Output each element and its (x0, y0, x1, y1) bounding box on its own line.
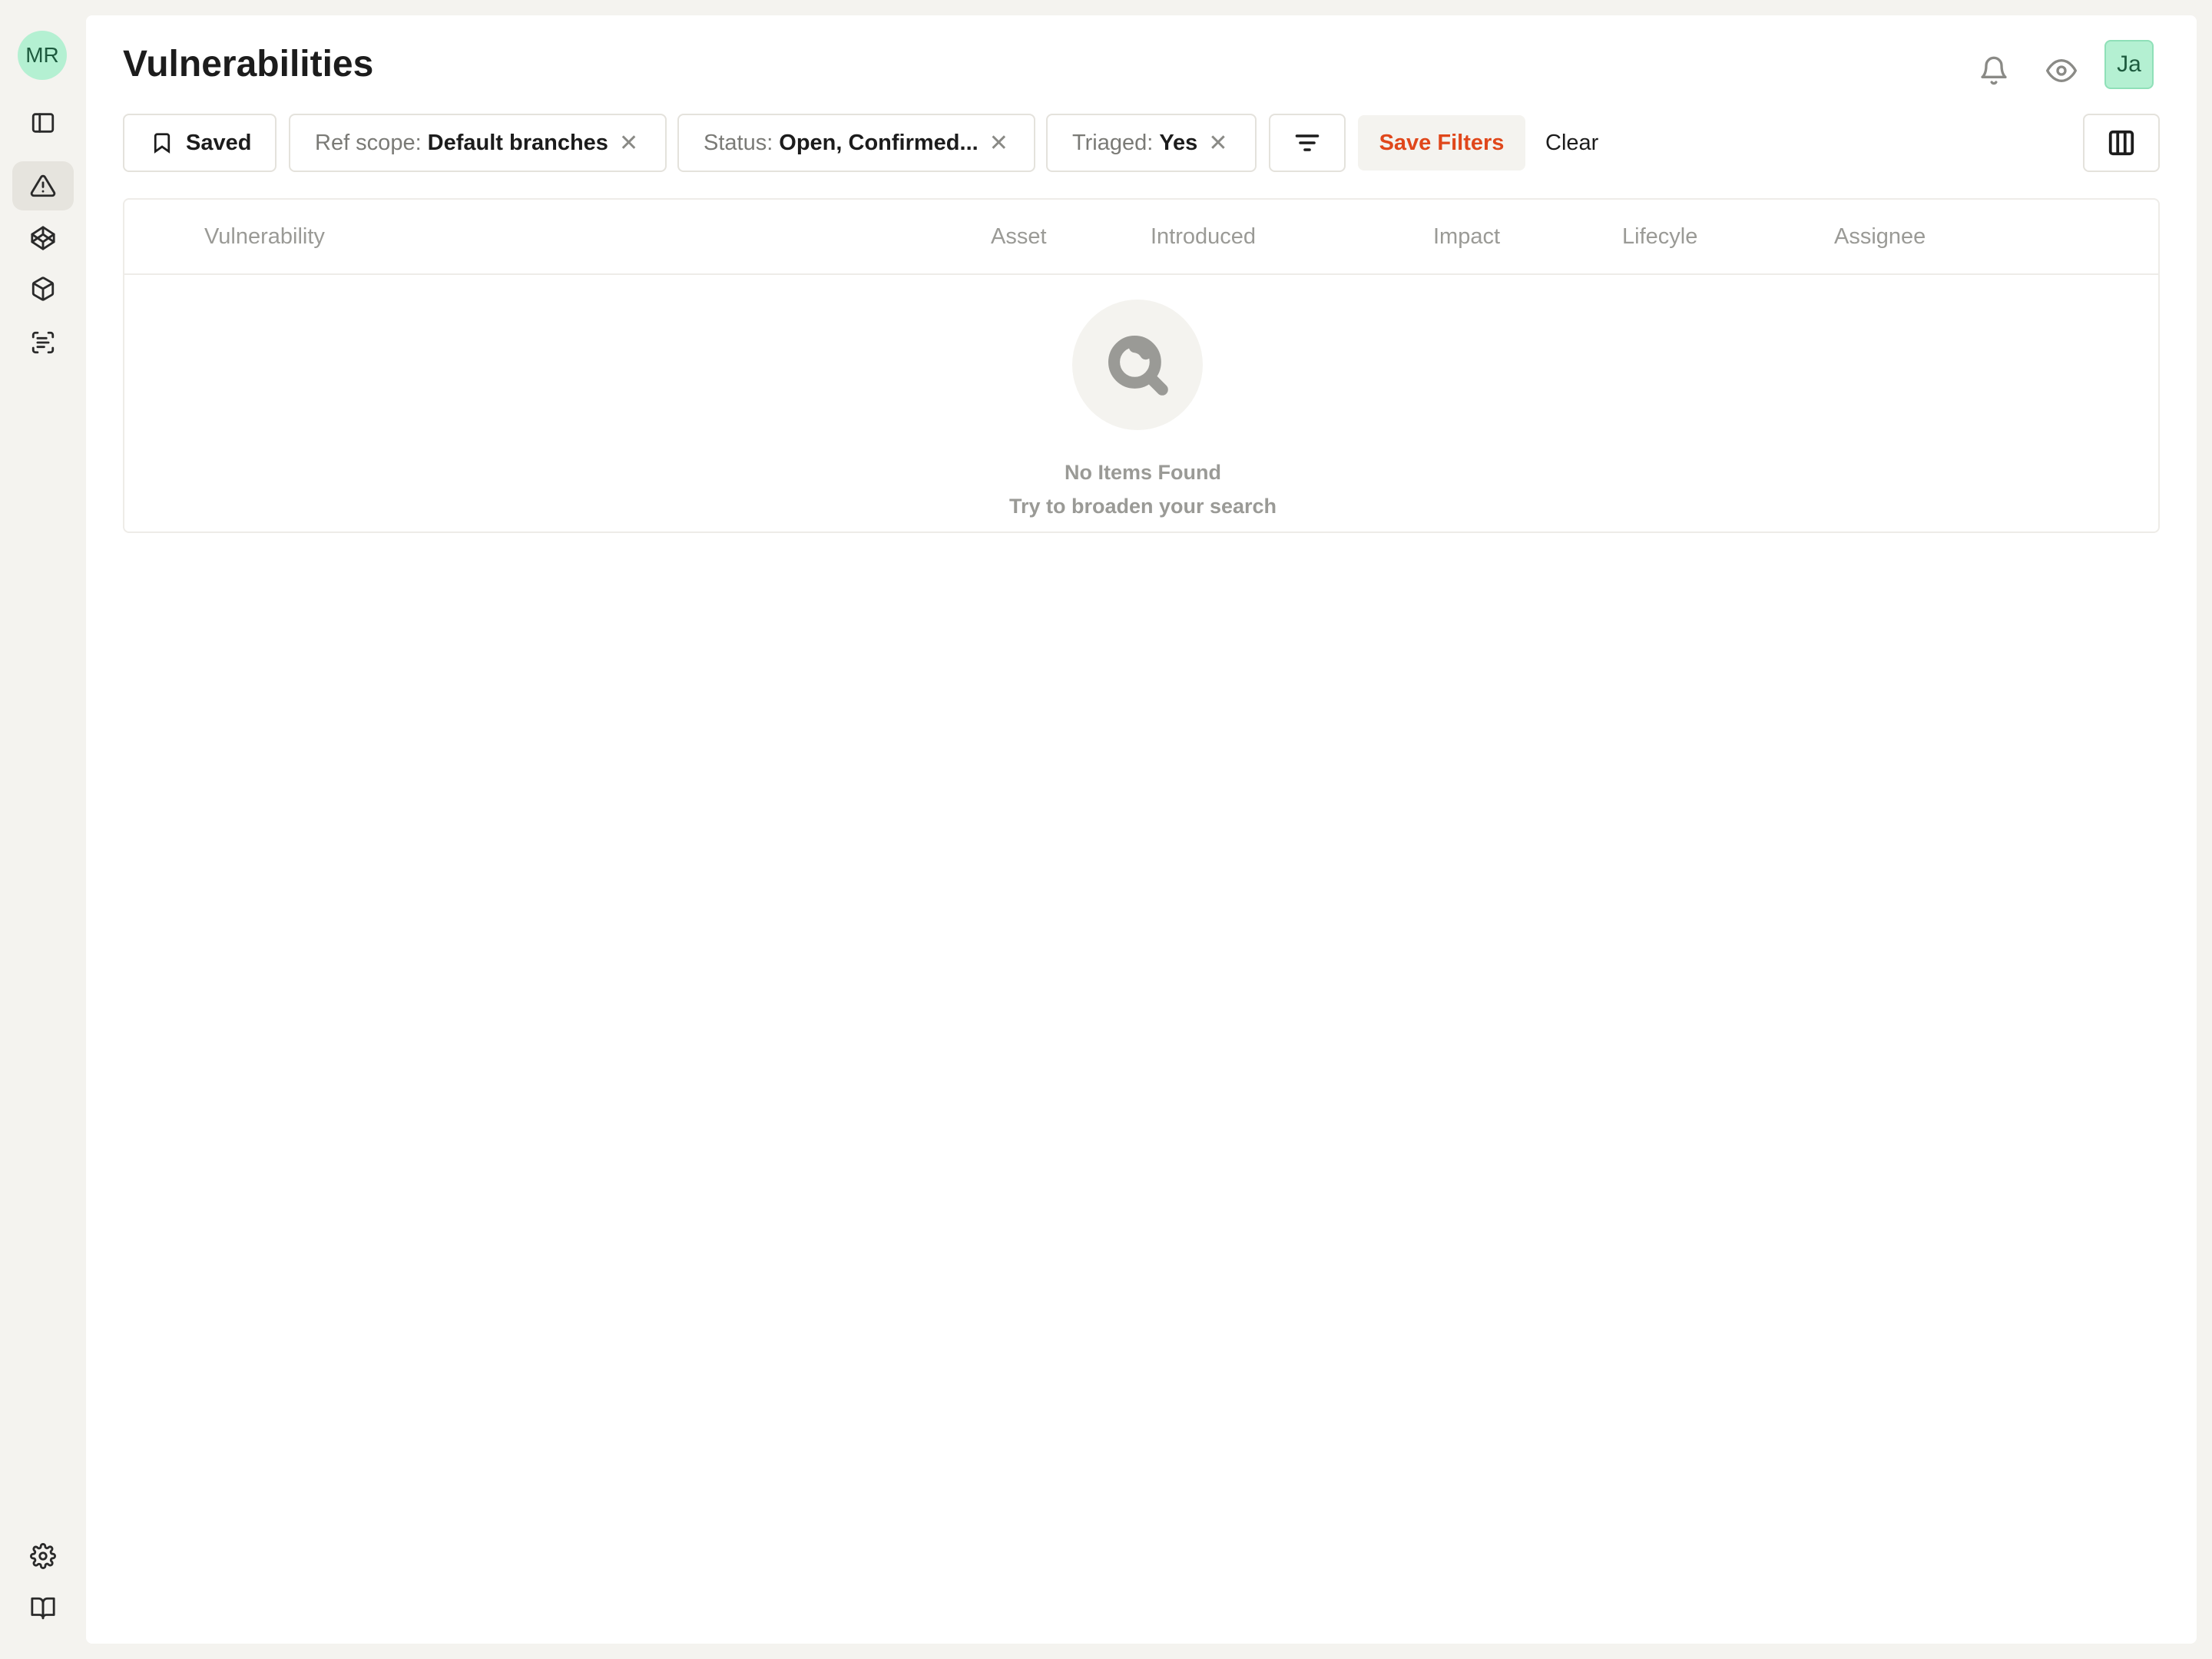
filter-chip-label: Status: (704, 130, 773, 155)
column-header-assignee[interactable]: Assignee (1834, 224, 1926, 250)
filter-chip-triaged[interactable]: Triaged: Yes ✕ (1046, 114, 1257, 172)
notifications-button[interactable] (1972, 49, 2015, 92)
empty-state-subtitle: Try to broaden your search (1008, 495, 1277, 518)
bookmark-icon (154, 133, 171, 154)
sidebar-toggle-button[interactable] (12, 98, 74, 147)
column-header-vulnerability[interactable]: Vulnerability (204, 224, 325, 250)
filter-chip-status[interactable]: Status: Open, Confirmed... ✕ (677, 114, 1035, 172)
save-filters-button[interactable]: Save Filters (1358, 115, 1525, 171)
alert-triangle-icon (30, 174, 56, 197)
empty-state-illustration (1072, 300, 1203, 430)
sidebar: MR (0, 0, 86, 1659)
bell-icon (1981, 56, 2007, 85)
box-icon (31, 276, 55, 301)
column-header-lifecycle[interactable]: Lifecyle (1622, 224, 1697, 250)
column-header-impact[interactable]: Impact (1433, 224, 1500, 250)
table-header: Vulnerability Asset Introduced Impact Li… (124, 200, 2158, 275)
watch-button[interactable] (2040, 49, 2083, 92)
clear-filters-button[interactable]: Clear (1545, 115, 1598, 171)
filter-chip-value: Open, Confirmed... (779, 130, 979, 155)
scan-text-icon (31, 331, 55, 354)
vulnerabilities-table: Vulnerability Asset Introduced Impact Li… (123, 198, 2160, 533)
saved-filters-button[interactable]: Saved (123, 114, 276, 172)
remove-filter-icon[interactable]: ✕ (619, 130, 638, 157)
sidebar-item-scan[interactable] (12, 318, 74, 367)
filter-chip-label: Triaged: (1072, 130, 1154, 155)
user-avatar[interactable]: Ja (2104, 40, 2154, 89)
column-header-introduced[interactable]: Introduced (1151, 224, 1256, 250)
book-open-icon (31, 1597, 55, 1620)
filter-lines-icon (1295, 134, 1320, 151)
filter-chip-value: Yes (1159, 130, 1198, 155)
codepen-icon (31, 226, 55, 250)
columns-icon (2108, 130, 2134, 156)
page-title: Vulnerabilities (123, 44, 374, 84)
columns-button[interactable] (2083, 114, 2160, 172)
remove-filter-icon[interactable]: ✕ (1208, 130, 1227, 157)
column-header-asset[interactable]: Asset (991, 224, 1047, 250)
sidebar-item-packages[interactable] (12, 264, 74, 313)
docs-button[interactable] (12, 1584, 74, 1633)
settings-button[interactable] (12, 1532, 74, 1581)
filter-chip-value: Default branches (427, 130, 608, 155)
search-icon (1108, 336, 1168, 396)
saved-label: Saved (186, 130, 252, 155)
remove-filter-icon[interactable]: ✕ (989, 130, 1008, 157)
eye-icon (2046, 59, 2077, 83)
org-avatar[interactable]: MR (18, 31, 67, 80)
gear-icon (30, 1543, 56, 1569)
sidebar-item-vulnerabilities[interactable] (12, 161, 74, 210)
sidebar-item-code[interactable] (12, 214, 74, 263)
filter-chip-label: Ref scope: (315, 130, 422, 155)
filter-chip-ref-scope[interactable]: Ref scope: Default branches ✕ (289, 114, 667, 172)
main-panel: Vulnerabilities Ja Saved Ref scope: Defa… (86, 15, 2197, 1644)
sidebar-toggle-icon (31, 113, 55, 133)
add-filter-button[interactable] (1269, 114, 1346, 172)
empty-state-title: No Items Found (1065, 461, 1221, 484)
